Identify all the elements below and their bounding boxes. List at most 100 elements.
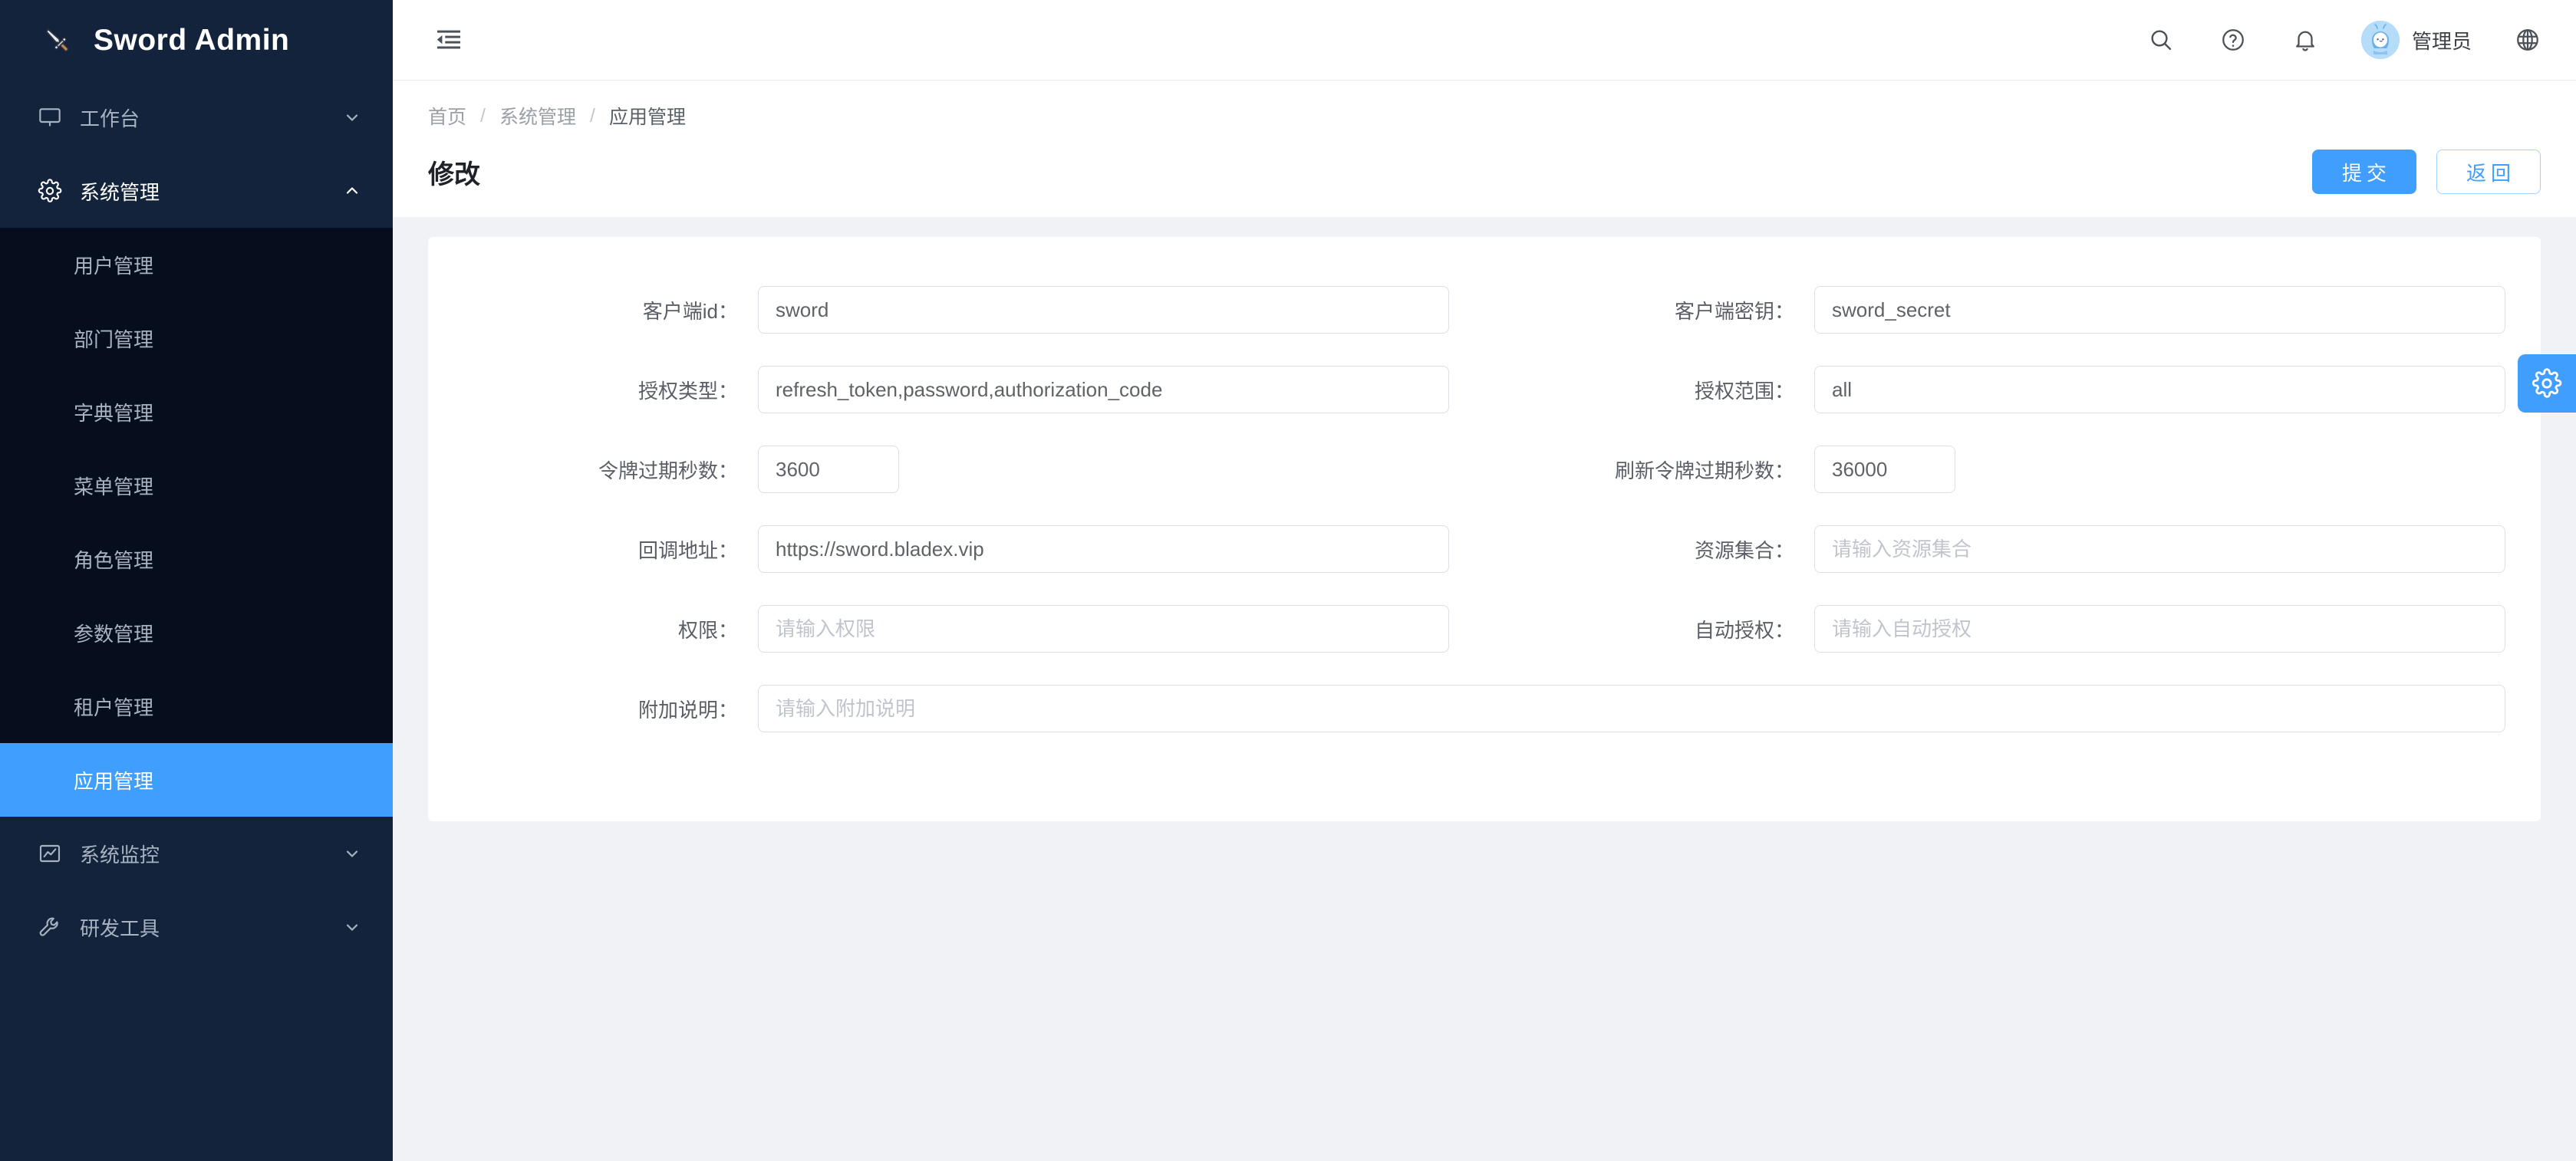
additional-info-input[interactable] xyxy=(758,685,2505,732)
sword-icon xyxy=(37,20,78,61)
sidebar-item-param-management[interactable]: 参数管理 xyxy=(0,596,393,669)
form-item-token-validity: 令牌过期秒数： xyxy=(428,446,1484,493)
sidebar-group-monitor[interactable]: 系统监控 xyxy=(0,817,393,890)
form-item-autoapprove: 自动授权： xyxy=(1484,605,2541,653)
sidebar-item-label: 菜单管理 xyxy=(74,475,154,498)
search-icon[interactable] xyxy=(2145,24,2177,56)
sidebar-item-label: 参数管理 xyxy=(74,622,154,646)
grant-type-input[interactable] xyxy=(758,366,1449,413)
form-field xyxy=(758,525,1449,573)
sidebar-group-workbench[interactable]: 工作台 xyxy=(0,81,393,154)
scope-input[interactable] xyxy=(1814,366,2505,413)
chevron-down-icon xyxy=(342,917,362,937)
sidebar-item-dict-management[interactable]: 字典管理 xyxy=(0,375,393,449)
authorities-input[interactable] xyxy=(758,605,1449,653)
form-item-client-id: 客户端id： xyxy=(428,286,1484,334)
sidebar-item-role-management[interactable]: 角色管理 xyxy=(0,522,393,596)
topbar-actions: 管理员 xyxy=(2145,21,2544,59)
form-item-refresh-token-validity: 刷新令牌过期秒数： xyxy=(1484,446,2541,493)
form-label: 令牌过期秒数： xyxy=(598,459,738,482)
breadcrumb-separator: / xyxy=(480,104,486,127)
client-id-input[interactable] xyxy=(758,286,1449,334)
help-icon[interactable] xyxy=(2217,24,2249,56)
chevron-down-icon xyxy=(342,107,362,127)
form-field xyxy=(1814,446,2505,493)
theme-settings-button[interactable] xyxy=(2518,354,2576,413)
form-label: 自动授权： xyxy=(1694,618,1794,642)
form-label: 权限： xyxy=(677,618,738,642)
sidebar-group-label: 系统监控 xyxy=(80,843,160,867)
form-field xyxy=(758,446,1449,493)
wrench-icon xyxy=(37,914,63,940)
sidebar-item-user-management[interactable]: 用户管理 xyxy=(0,228,393,301)
back-button[interactable]: 返回 xyxy=(2436,150,2541,194)
top-bar: 管理员 xyxy=(393,0,2576,81)
redirect-uri-input[interactable] xyxy=(758,525,1449,573)
title-row: 修改 提交 返回 xyxy=(428,150,2541,194)
user-menu[interactable]: 管理员 xyxy=(2360,21,2472,59)
form-field xyxy=(758,685,2505,732)
sidebar-item-menu-management[interactable]: 菜单管理 xyxy=(0,449,393,522)
token-validity-input[interactable] xyxy=(758,446,899,493)
sidebar-item-label: 角色管理 xyxy=(74,548,154,572)
form-label: 客户端密钥： xyxy=(1674,299,1794,323)
form-field xyxy=(1814,366,2505,413)
client-secret-input[interactable] xyxy=(1814,286,2505,334)
globe-icon[interactable] xyxy=(2512,24,2544,56)
sidebar-item-label: 租户管理 xyxy=(74,696,154,719)
refresh-token-validity-input[interactable] xyxy=(1814,446,1955,493)
breadcrumb-separator: / xyxy=(589,104,595,127)
breadcrumb: 首页 / 系统管理 / 应用管理 xyxy=(428,102,2541,130)
brand-title: Sword Admin xyxy=(94,23,290,57)
form-field xyxy=(758,366,1449,413)
sidebar-item-label: 应用管理 xyxy=(74,769,154,793)
sidebar-item-label: 部门管理 xyxy=(74,327,154,351)
form-grid: 客户端id： 客户端密钥： 授权类型： xyxy=(428,286,2541,765)
form-label: 客户端id： xyxy=(642,299,738,323)
form-item-authorities: 权限： xyxy=(428,605,1484,653)
avatar xyxy=(2360,21,2400,59)
form-label: 资源集合： xyxy=(1694,538,1794,562)
form-item-grant-type: 授权类型： xyxy=(428,366,1484,413)
form-label: 授权类型： xyxy=(637,379,738,403)
form-field xyxy=(1814,525,2505,573)
submit-button[interactable]: 提交 xyxy=(2311,150,2416,194)
form-field xyxy=(758,286,1449,334)
sidebar-logo[interactable]: Sword Admin xyxy=(0,0,393,81)
breadcrumb-item-home[interactable]: 首页 xyxy=(428,102,466,130)
breadcrumb-item-current: 应用管理 xyxy=(608,107,686,128)
form-label: 授权范围： xyxy=(1694,379,1794,403)
form-field xyxy=(1814,286,2505,334)
bell-icon[interactable] xyxy=(2289,24,2321,56)
user-name: 管理员 xyxy=(2411,29,2472,53)
monitor-icon xyxy=(37,104,63,130)
form-label: 刷新令牌过期秒数： xyxy=(1614,459,1794,482)
form-item-scope: 授权范围： xyxy=(1484,366,2541,413)
sidebar: Sword Admin 工作台 系统管理 用户管理 部门管理 字典管理 菜单管理… xyxy=(0,0,393,1161)
sidebar-menu: 工作台 系统管理 用户管理 部门管理 字典管理 菜单管理 角色管理 参数管理 租… xyxy=(0,81,393,1161)
resource-ids-input[interactable] xyxy=(1814,525,2505,573)
form-field xyxy=(1814,605,2505,653)
form-item-resource-ids: 资源集合： xyxy=(1484,525,2541,573)
chevron-down-icon xyxy=(342,844,362,863)
sidebar-item-tenant-management[interactable]: 租户管理 xyxy=(0,669,393,743)
breadcrumb-item-system[interactable]: 系统管理 xyxy=(499,102,576,130)
form-field xyxy=(758,605,1449,653)
form-item-client-secret: 客户端密钥： xyxy=(1484,286,2541,334)
page-title: 修改 xyxy=(428,160,480,189)
sidebar-item-dept-management[interactable]: 部门管理 xyxy=(0,301,393,375)
fold-menu-icon[interactable] xyxy=(428,19,469,61)
sidebar-group-devtools[interactable]: 研发工具 xyxy=(0,890,393,964)
gear-icon xyxy=(2532,368,2562,399)
sidebar-item-app-management[interactable]: 应用管理 xyxy=(0,743,393,817)
main-area: 管理员 首页 / 系统管理 / 应用管理 修改 提交 返回 客户端id： swo… xyxy=(393,0,2576,1161)
gear-icon xyxy=(37,178,63,204)
form-card: 客户端id： 客户端密钥： 授权类型： xyxy=(428,237,2541,821)
sidebar-group-label: 工作台 xyxy=(80,107,140,130)
page-header: 首页 / 系统管理 / 应用管理 修改 提交 返回 xyxy=(393,81,2576,217)
autoapprove-input[interactable] xyxy=(1814,605,2505,653)
app-root: Sword Admin 工作台 系统管理 用户管理 部门管理 字典管理 菜单管理… xyxy=(0,0,2576,1161)
sidebar-group-label: 研发工具 xyxy=(80,916,160,940)
chart-icon xyxy=(37,840,63,867)
sidebar-group-system[interactable]: 系统管理 xyxy=(0,154,393,228)
